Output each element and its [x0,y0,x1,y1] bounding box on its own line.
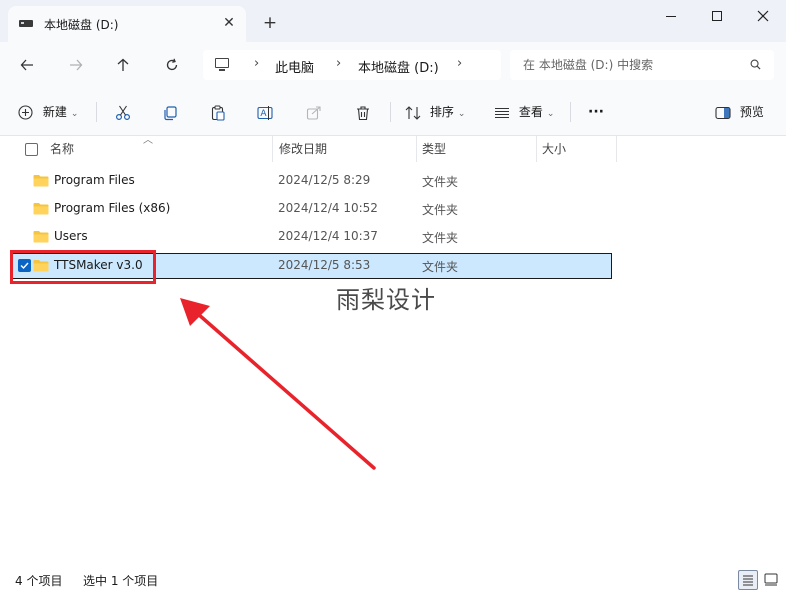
scissors-icon [115,105,131,120]
sort-icon [405,105,421,120]
new-button[interactable]: 新建 ⌄ [18,100,78,124]
cut-button[interactable] [115,100,131,124]
tab-local-disk[interactable]: 本地磁盘 (D:) ✕ [8,6,246,42]
arrow-up-icon [117,58,129,71]
file-type: 文件夹 [422,203,459,217]
breadcrumb-local-disk[interactable]: 本地磁盘 (D:) [358,57,439,76]
view-label: 查看 [518,105,543,119]
close-icon [757,10,769,22]
trash-icon [357,105,369,120]
command-bar: 新建 ⌄ A 排序 ⌄ 查看 ⌄ ··· 预览 [0,88,786,136]
chevron-down-icon: ⌄ [546,109,555,119]
select-all-checkbox[interactable] [25,143,38,156]
annotation-highlight-box [10,250,156,284]
preview-pane-button[interactable]: 预览 [715,100,764,124]
new-label: 新建 [42,105,67,119]
status-selected-count: 选中 1 个项目 [83,574,159,588]
details-view-button[interactable] [738,570,758,590]
sort-label: 排序 [429,105,454,119]
chevron-down-icon: ⌄ [457,109,466,119]
toolbar-divider [390,102,391,122]
column-divider[interactable] [536,136,537,162]
tiles-view-icon [764,573,778,586]
close-tab-button[interactable]: ✕ [218,12,240,34]
forward-button[interactable] [61,50,91,78]
more-options-button[interactable]: ··· [588,100,604,124]
details-view-icon [743,575,753,586]
address-row: › 此电脑 › 本地磁盘 (D:) › [0,42,786,88]
copy-button[interactable] [162,100,178,124]
file-name: Users [54,229,88,243]
search-input[interactable] [523,56,743,74]
view-button[interactable]: 查看 ⌄ [494,100,554,124]
file-modified: 2024/12/5 8:53 [278,258,371,272]
status-item-count: 4 个项目 [15,574,63,588]
toolbar-divider [570,102,571,122]
drive-icon [19,20,33,27]
file-modified: 2024/12/4 10:52 [278,201,378,215]
file-modified: 2024/12/4 10:37 [278,229,378,243]
preview-pane-icon [715,106,731,119]
copy-icon [164,105,177,120]
minimize-icon [666,15,676,17]
file-name: Program Files (x86) [54,201,171,215]
close-window-button[interactable] [740,0,786,32]
annotation-arrow [180,298,376,470]
computer-icon [215,58,229,71]
search-icon[interactable] [750,59,761,70]
sort-ascending-icon: ︿ [143,135,153,146]
breadcrumb[interactable]: › 此电脑 › 本地磁盘 (D:) › [203,50,501,80]
column-header-type[interactable]: 类型 [422,136,446,162]
title-bar: 本地磁盘 (D:) ✕ + [0,0,786,42]
maximize-icon [712,11,722,21]
refresh-button[interactable] [157,50,187,78]
folder-icon [33,203,49,215]
file-row[interactable]: Program Files 2024/12/5 8:29 文件夹 [10,168,612,194]
file-name: Program Files [54,173,135,187]
breadcrumb-this-pc[interactable]: 此电脑 [275,57,314,76]
rename-button[interactable]: A [257,100,274,124]
chevron-down-icon: ⌄ [70,109,79,119]
file-type: 文件夹 [422,231,459,245]
svg-text:A: A [260,109,267,119]
maximize-button[interactable] [694,0,740,32]
clipboard-icon [211,105,225,121]
folder-icon [33,175,49,187]
search-box[interactable] [510,50,774,80]
column-divider[interactable] [616,136,617,162]
file-modified: 2024/12/5 8:29 [278,173,371,187]
column-divider[interactable] [416,136,417,162]
column-header-modified[interactable]: 修改日期 [279,136,327,162]
minimize-button[interactable] [648,0,694,32]
arrow-left-icon [20,59,33,70]
chevron-right-icon[interactable]: › [254,56,259,71]
view-lines-icon [495,107,509,118]
tab-title: 本地磁盘 (D:) [44,18,119,32]
up-button[interactable] [108,50,138,78]
back-button[interactable] [12,50,42,78]
refresh-icon [166,58,178,70]
column-divider[interactable] [272,136,273,162]
folder-icon [33,231,49,243]
chevron-right-icon[interactable]: › [457,56,462,71]
column-header-name[interactable]: 名称 [50,136,74,162]
tiles-view-button[interactable] [762,570,782,590]
file-row[interactable]: Users 2024/12/4 10:37 文件夹 [10,224,612,250]
plus-circle-icon [18,105,33,120]
delete-button[interactable] [355,100,371,124]
arrow-right-icon [70,59,83,70]
file-type: 文件夹 [422,260,459,274]
preview-label: 预览 [739,105,764,119]
chevron-right-icon[interactable]: › [336,56,341,71]
paste-button[interactable] [210,100,226,124]
toolbar-divider [96,102,97,122]
rename-icon: A [257,105,273,120]
column-header-size[interactable]: 大小 [542,136,566,162]
sort-button[interactable]: 排序 ⌄ [405,100,465,124]
file-type: 文件夹 [422,175,459,189]
new-tab-button[interactable]: + [259,12,281,34]
share-button[interactable] [306,100,322,124]
share-icon [306,105,321,120]
file-row[interactable]: Program Files (x86) 2024/12/4 10:52 文件夹 [10,196,612,222]
